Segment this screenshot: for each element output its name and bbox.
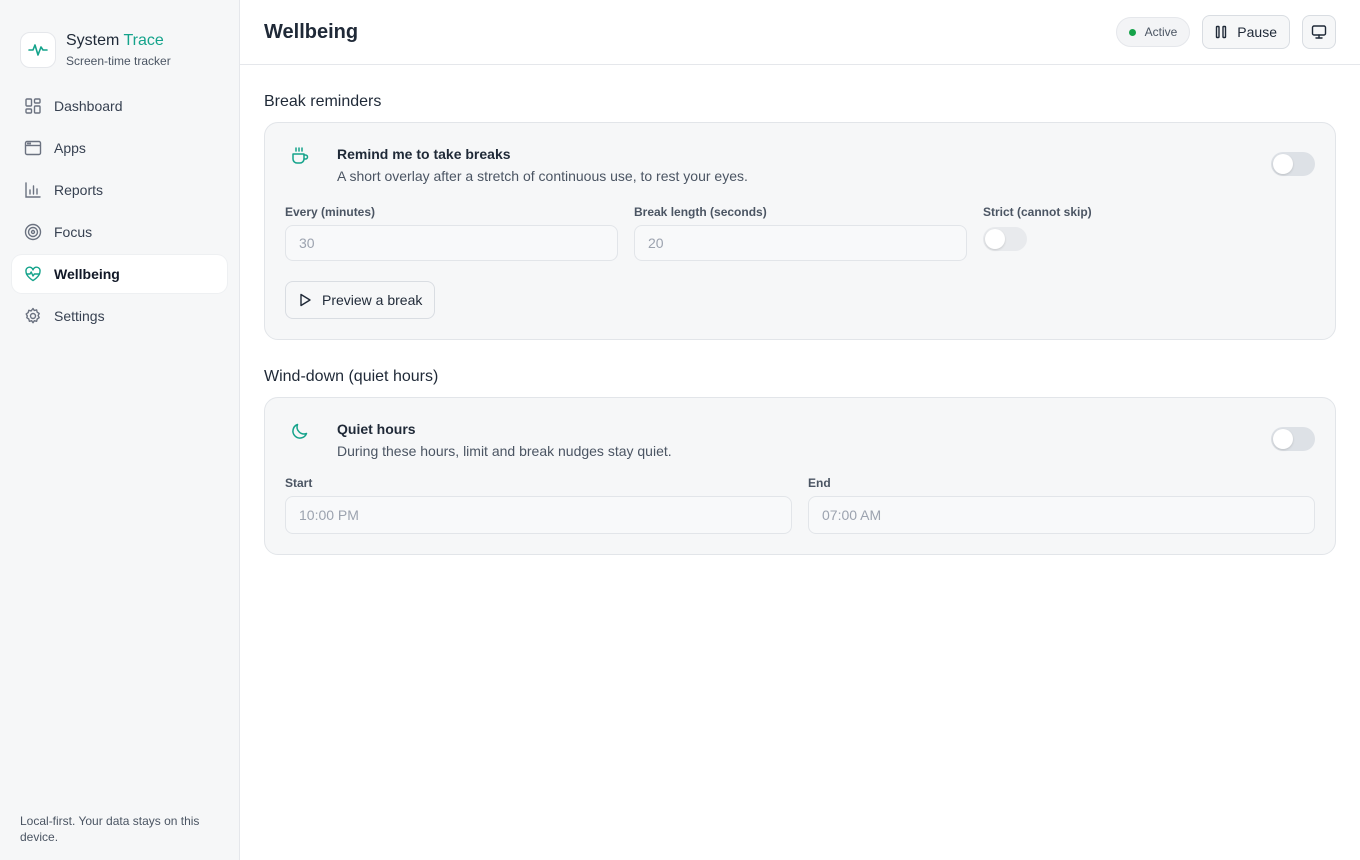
- monitor-icon: [1311, 25, 1327, 39]
- brand-name-accent: Trace: [123, 32, 164, 49]
- pause-icon: [1216, 25, 1227, 39]
- sidebar-item-focus[interactable]: Focus: [12, 213, 227, 251]
- brand-name-primary: System: [66, 32, 120, 49]
- sidebar-item-label: Settings: [54, 308, 105, 324]
- break-length-label: Break length (seconds): [634, 205, 767, 219]
- sidebar-item-label: Apps: [54, 140, 86, 156]
- quiet-hours-title: Quiet hours: [337, 421, 416, 437]
- quiet-hours-card: Quiet hours During these hours, limit an…: [264, 397, 1336, 555]
- break-reminders-title: Remind me to take breaks: [337, 146, 511, 162]
- strict-label: Strict (cannot skip): [983, 205, 1092, 219]
- start-time-label: Start: [285, 476, 313, 490]
- sidebar-item-label: Reports: [54, 182, 104, 198]
- break-reminders-heading: Break reminders: [264, 93, 382, 110]
- sidebar: System Trace Screen-time tracker Dashboa…: [0, 0, 240, 860]
- every-minutes-input[interactable]: [285, 225, 618, 261]
- sidebar-item-label: Dashboard: [54, 98, 123, 114]
- display-mode-button[interactable]: [1302, 15, 1336, 49]
- start-time-input[interactable]: [285, 496, 792, 534]
- quiet-hours-toggle[interactable]: [1271, 427, 1315, 451]
- page-title: Wellbeing: [264, 20, 359, 43]
- top-actions: Active Pause: [1115, 15, 1336, 49]
- preview-break-button[interactable]: Preview a break: [285, 281, 436, 319]
- sidebar-item-label: Focus: [54, 224, 93, 240]
- sidebar-item-apps[interactable]: Apps: [12, 129, 227, 167]
- dashboard-icon: [24, 97, 42, 115]
- bar-chart-icon: [24, 181, 42, 199]
- moon-icon: [285, 421, 315, 441]
- sidebar-item-reports[interactable]: Reports: [12, 171, 227, 209]
- play-icon: [300, 293, 311, 307]
- sidebar-item-dashboard[interactable]: Dashboard: [12, 87, 227, 125]
- pause-label: Pause: [1237, 24, 1277, 40]
- main-area: Wellbeing Active Pause Break reminders R…: [240, 0, 1360, 860]
- break-reminders-toggle[interactable]: [1271, 152, 1315, 176]
- status-dot-icon: [1128, 28, 1136, 36]
- topbar: Wellbeing Active Pause: [240, 0, 1360, 65]
- sidebar-nav: Dashboard Apps Reports Focus Wellbeing S…: [0, 87, 239, 335]
- preview-break-label: Preview a break: [322, 292, 423, 308]
- status-badge: Active: [1115, 17, 1191, 47]
- end-time-label: End: [808, 476, 831, 490]
- quiet-hours-fields: Start End: [285, 475, 1315, 534]
- end-time-input[interactable]: [808, 496, 1315, 534]
- break-reminders-card: Remind me to take breaks A short overlay…: [264, 122, 1336, 340]
- heart-pulse-icon: [24, 265, 42, 283]
- apps-window-icon: [24, 139, 42, 157]
- every-minutes-label: Every (minutes): [285, 205, 376, 219]
- break-settings-fields: Every (minutes) Break length (seconds) S…: [285, 204, 1315, 261]
- content: Break reminders Remind me to take breaks…: [240, 93, 1360, 555]
- brand-name: System Trace: [66, 31, 171, 51]
- app-logo-icon: [20, 32, 56, 68]
- sidebar-footer: Local-first. Your data stays on this dev…: [20, 814, 200, 844]
- break-reminders-description: A short overlay after a stretch of conti…: [337, 168, 748, 184]
- gear-icon: [24, 307, 42, 325]
- brand-subtitle: Screen-time tracker: [66, 54, 171, 68]
- coffee-cup-icon: [285, 146, 315, 166]
- pause-button[interactable]: Pause: [1202, 15, 1290, 49]
- brand: System Trace Screen-time tracker: [0, 0, 239, 80]
- sidebar-item-settings[interactable]: Settings: [12, 297, 227, 335]
- break-length-input[interactable]: [634, 225, 967, 261]
- status-label: Active: [1144, 25, 1178, 39]
- target-icon: [24, 223, 42, 241]
- sidebar-item-wellbeing[interactable]: Wellbeing: [12, 255, 227, 293]
- wind-down-heading: Wind-down (quiet hours): [264, 368, 439, 385]
- sidebar-item-label: Wellbeing: [54, 266, 120, 282]
- quiet-hours-description: During these hours, limit and break nudg…: [337, 443, 672, 459]
- strict-toggle[interactable]: [983, 227, 1027, 251]
